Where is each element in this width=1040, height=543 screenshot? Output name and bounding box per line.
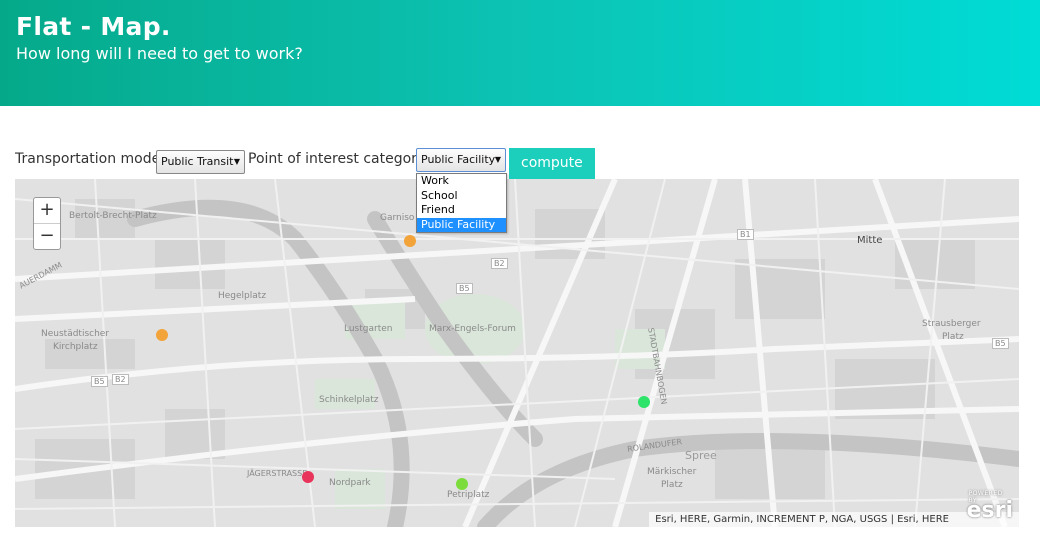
esri-logo[interactable]: POWERED BY esri	[967, 490, 1013, 523]
poi-category-label: Point of interest category:	[248, 151, 429, 167]
transport-mode-select[interactable]: Public Transit ▼	[156, 150, 245, 174]
poi-marker-green[interactable]	[456, 478, 468, 490]
map-label: Spree	[685, 449, 717, 462]
map-label: Bertolt-Brecht-Platz	[69, 211, 157, 221]
page-title: Flat - Map.	[16, 12, 171, 41]
map-label: Lustgarten	[344, 324, 393, 334]
map-label: Marx-Engels-Forum	[429, 324, 516, 334]
transport-mode-value: Public Transit	[161, 155, 234, 168]
road-shield: B5	[456, 283, 473, 294]
map-label: Platz	[661, 480, 683, 490]
dropdown-option-friend[interactable]: Friend	[417, 203, 506, 218]
poi-marker-orange[interactable]	[404, 235, 416, 247]
map-label: Kirchplatz	[53, 342, 98, 352]
map-label: Platz	[942, 332, 964, 342]
poi-category-dropdown: Work School Friend Public Facility	[416, 173, 507, 233]
zoom-control: + −	[33, 197, 61, 250]
poi-category-select[interactable]: Public Facility ▼	[416, 148, 506, 172]
map-label: Petriplatz	[447, 490, 490, 500]
map-attribution: Esri, HERE, Garmin, INCREMENT P, NGA, US…	[649, 512, 1019, 527]
compute-button[interactable]: compute me.	[509, 148, 595, 202]
chevron-down-icon: ▼	[494, 155, 501, 164]
map-label: Hegelplatz	[218, 291, 267, 301]
poi-marker-orange[interactable]	[156, 329, 168, 341]
map-label: Neustädtischer	[41, 329, 110, 339]
map-label: Strausberger	[922, 319, 981, 329]
map-label: Schinkelplatz	[319, 395, 379, 405]
esri-logo-caption: POWERED BY	[968, 490, 1003, 504]
map-label: Nordpark	[329, 478, 371, 488]
road-shield: B5	[91, 376, 108, 387]
road-shield: B1	[737, 229, 754, 240]
dropdown-option-public-facility[interactable]: Public Facility	[417, 217, 506, 232]
road-shield: B2	[491, 258, 508, 269]
zoom-out-button[interactable]: −	[34, 224, 60, 249]
map-view[interactable]: + − Bertolt-Brecht-Platz Garniso Hegelpl…	[15, 179, 1019, 527]
map-basemap	[15, 179, 1019, 527]
map-label: JÄGERSTRASSE	[247, 469, 308, 478]
map-label: Mitte	[857, 235, 883, 246]
poi-marker-red[interactable]	[302, 471, 314, 483]
dropdown-option-school[interactable]: School	[417, 189, 506, 204]
map-label: Garniso	[380, 213, 415, 223]
road-shield: B2	[112, 374, 129, 385]
zoom-in-button[interactable]: +	[34, 198, 60, 224]
road-shield: B5	[992, 338, 1009, 349]
page-header: Flat - Map. How long will I need to get …	[0, 0, 1040, 106]
transport-mode-label: Transportation mode:	[15, 151, 165, 167]
dropdown-option-work[interactable]: Work	[417, 174, 506, 189]
page-subtitle: How long will I need to get to work?	[16, 44, 303, 63]
poi-category-value: Public Facility	[421, 153, 496, 166]
chevron-down-icon: ▼	[233, 157, 240, 166]
poi-marker-green[interactable]	[638, 396, 650, 408]
map-label: Märkischer	[647, 467, 697, 477]
